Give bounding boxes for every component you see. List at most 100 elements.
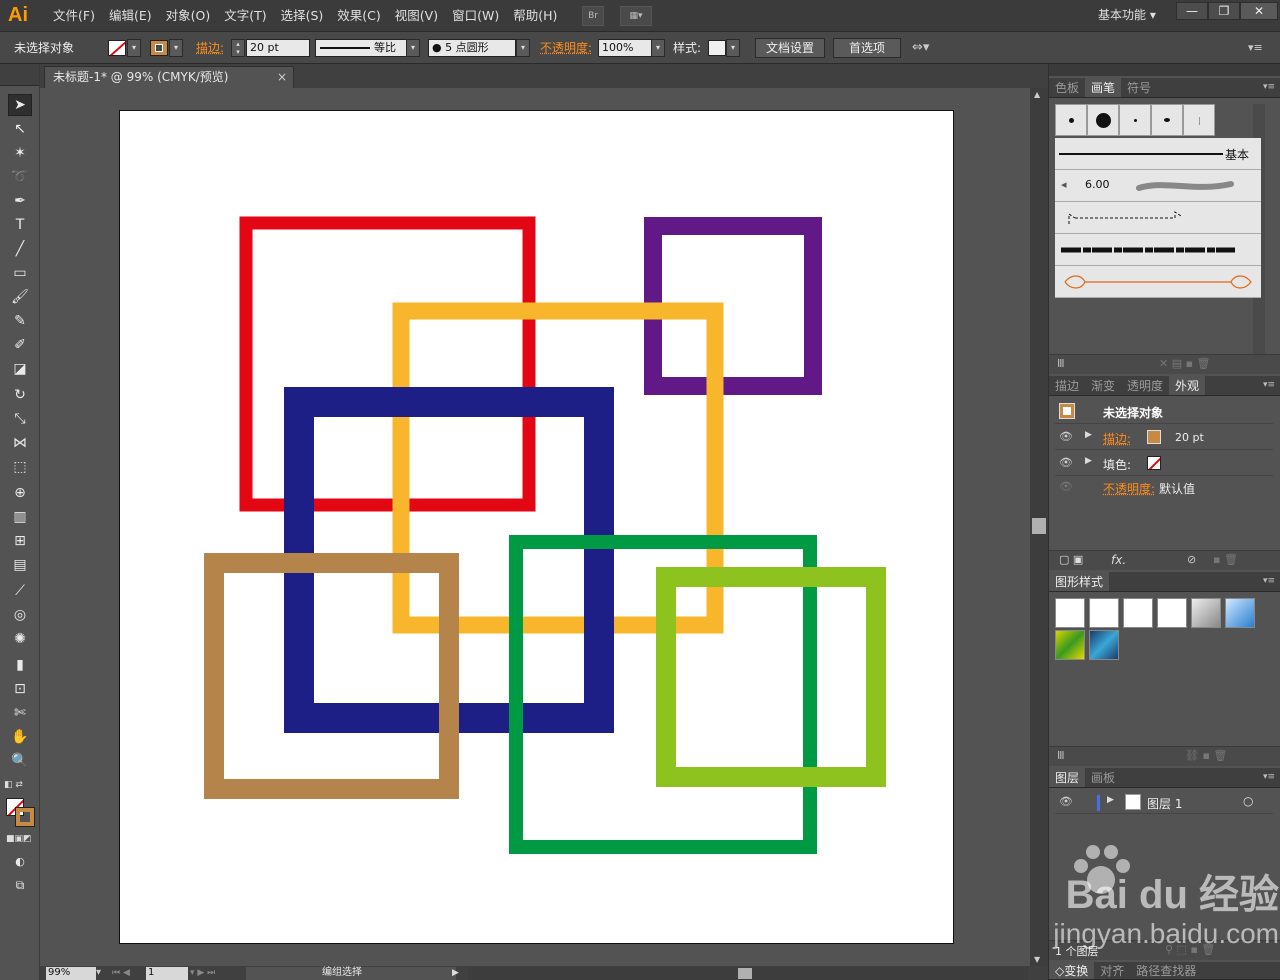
menu-object[interactable]: 对象(O) (159, 0, 218, 32)
stroke-dropdown[interactable]: ▾ (169, 39, 183, 57)
width-tool-icon[interactable]: ⋈ (8, 432, 32, 454)
vertical-scroll-thumb[interactable] (1032, 518, 1046, 534)
brush-dot-small[interactable] (1055, 104, 1087, 136)
perspective-grid-tool-icon[interactable]: ▥ (8, 506, 32, 528)
status-menu-icon[interactable]: ▶ (452, 967, 462, 980)
brown-square[interactable] (204, 553, 459, 799)
variable-width-profile[interactable]: 等比 (315, 39, 407, 57)
scale-tool-icon[interactable]: ⤡ (8, 408, 32, 430)
rotate-tool-icon[interactable]: ↻ (8, 384, 32, 406)
document-tab[interactable]: 未标题-1* @ 99% (CMYK/预览) × (44, 66, 294, 88)
tools-panel-header[interactable] (0, 64, 39, 86)
eye-icon[interactable]: 👁 (1059, 456, 1073, 469)
align-to-icon[interactable]: ⇔▾ (912, 32, 929, 64)
eyedropper-tool-icon[interactable]: ⟋ (8, 580, 32, 602)
fill-none-swatch[interactable] (1147, 456, 1161, 470)
paintbrush-tool-icon[interactable]: 🖌 (8, 286, 32, 308)
graphic-style-gray[interactable] (1191, 598, 1221, 628)
brush-dot-faint[interactable] (1183, 104, 1215, 136)
menu-window[interactable]: 窗口(W) (445, 0, 506, 32)
brush-dot-angled[interactable] (1151, 104, 1183, 136)
first-artboard-icon[interactable]: ⏮ ◀ (112, 967, 142, 980)
artboard-number-field[interactable]: 1 (146, 967, 188, 980)
stroke-weight-input[interactable]: 20 pt (246, 39, 310, 57)
drawing-mode-icon[interactable]: ◐ (8, 850, 32, 872)
arrange-documents-button[interactable]: ▦▾ (620, 6, 652, 26)
graphic-style-none[interactable] (1089, 598, 1119, 628)
lasso-tool-icon[interactable]: ➰ (8, 166, 32, 188)
graphic-style-outline[interactable] (1157, 598, 1187, 628)
shape-builder-tool-icon[interactable]: ⊕ (8, 482, 32, 504)
menu-effect[interactable]: 效果(C) (330, 0, 387, 32)
lime-square[interactable] (656, 567, 886, 787)
blend-tool-icon[interactable]: ◎ (8, 604, 32, 626)
restore-button[interactable]: ❐ (1208, 2, 1240, 20)
tab-layers[interactable]: 图层 (1049, 768, 1086, 787)
eye-icon[interactable]: 👁 (1059, 795, 1073, 808)
scroll-up-icon[interactable]: ▲ (1034, 90, 1040, 99)
tab-pathfinder[interactable]: 路径查找器 (1130, 962, 1202, 979)
zoom-dropdown-icon[interactable]: ▾ (96, 967, 110, 980)
close-button[interactable]: ✕ (1240, 2, 1278, 20)
menu-view[interactable]: 视图(V) (388, 0, 445, 32)
appearance-opacity-label[interactable]: 不透明度: (1103, 480, 1155, 497)
gradient-tool-icon[interactable]: ▤ (8, 554, 32, 576)
horizontal-scroll-thumb[interactable] (738, 968, 752, 979)
tab-artboards[interactable]: 画板 (1085, 768, 1121, 787)
magic-wand-tool-icon[interactable]: ✶ (8, 142, 32, 164)
graphic-style-blue-pattern[interactable] (1089, 630, 1119, 660)
canvas-area[interactable] (40, 88, 1030, 966)
stroke-weight-stepper[interactable]: ▴ ▾ (231, 39, 245, 57)
next-artboard-icon[interactable]: ▾ ▶ ⏭ (190, 967, 230, 980)
free-transform-tool-icon[interactable]: ⬚ (8, 456, 32, 478)
workspace-switcher[interactable]: 基本功能 ▾ (1098, 0, 1156, 30)
tab-transform[interactable]: ◇变换 (1049, 962, 1095, 979)
tab-stroke[interactable]: 描边 (1049, 376, 1085, 395)
default-colors-swap-icon[interactable]: ◧ ⇄ (4, 780, 36, 794)
tab-swatches[interactable]: 色板 (1049, 78, 1085, 97)
panel-menu-icon[interactable]: ▾≡ (1263, 576, 1275, 586)
tab-align[interactable]: 对齐 (1094, 962, 1130, 979)
style-swatch[interactable] (708, 40, 726, 56)
stroke-swatch[interactable] (150, 40, 168, 56)
eye-icon[interactable]: 👁 (1059, 480, 1073, 493)
opacity-dropdown[interactable]: ▾ (651, 39, 665, 57)
tab-appearance[interactable]: 外观 (1169, 376, 1206, 395)
type-tool-icon[interactable]: T (8, 214, 32, 236)
add-stroke-fill-icons[interactable]: ▢ ▣ (1059, 553, 1083, 566)
hand-tool-icon[interactable]: ✋ (8, 726, 32, 748)
panel-menu-icon[interactable]: ▾≡ (1263, 82, 1275, 92)
menu-help[interactable]: 帮助(H) (506, 0, 564, 32)
graphic-style-blue[interactable] (1225, 598, 1255, 628)
appearance-stroke-row[interactable]: 👁 ▶ 描边: 20 pt (1055, 426, 1273, 450)
brush-actions-icons[interactable]: ✕ ▤ ▪ 🗑 (1159, 357, 1211, 370)
appearance-fill-row[interactable]: 👁 ▶ 填色: (1055, 452, 1273, 476)
brush-art-arrow[interactable] (1055, 266, 1261, 298)
vertical-scrollbar[interactable]: ▲ ▼ (1030, 88, 1048, 966)
graphic-style-actions-icons[interactable]: ⛓ ▪ 🗑 (1185, 749, 1227, 762)
fill-swatch[interactable] (108, 40, 126, 56)
artboard-tool-icon[interactable]: ⊡ (8, 678, 32, 700)
panel-menu-icon[interactable]: ▾≡ (1263, 772, 1275, 782)
profile-dropdown[interactable]: ▾ (406, 39, 420, 57)
graphic-style-default[interactable] (1055, 598, 1085, 628)
brush-libraries-icon[interactable]: Ⅲ (1057, 357, 1065, 370)
brush-dot-tiny[interactable] (1119, 104, 1151, 136)
slice-tool-icon[interactable]: ✄ (8, 702, 32, 724)
direct-selection-tool-icon[interactable]: ↖ (8, 118, 32, 140)
tab-symbols[interactable]: 符号 (1121, 78, 1157, 97)
stroke-color-box[interactable] (15, 807, 35, 827)
stroke-label[interactable]: 描边: (196, 32, 224, 64)
preferences-button[interactable]: 首选项 (833, 38, 901, 58)
menu-select[interactable]: 选择(S) (274, 0, 331, 32)
eraser-tool-icon[interactable]: ◪ (8, 358, 32, 380)
zoom-field[interactable]: 99% (46, 967, 96, 980)
zoom-tool-icon[interactable]: 🔍 (8, 750, 32, 772)
brush-dropdown[interactable]: ▾ (516, 39, 530, 57)
horizontal-scrollbar[interactable] (468, 967, 1028, 980)
selection-tool-icon[interactable]: ➤ (8, 94, 32, 116)
mesh-tool-icon[interactable]: ⊞ (8, 530, 32, 552)
layer-actions-icons[interactable]: ⚲ ⬚ ▪ 🗑 (1165, 943, 1215, 956)
menu-file[interactable]: 文件(F) (46, 0, 102, 32)
clear-appearance-icon[interactable]: ⊘ (1187, 553, 1196, 566)
